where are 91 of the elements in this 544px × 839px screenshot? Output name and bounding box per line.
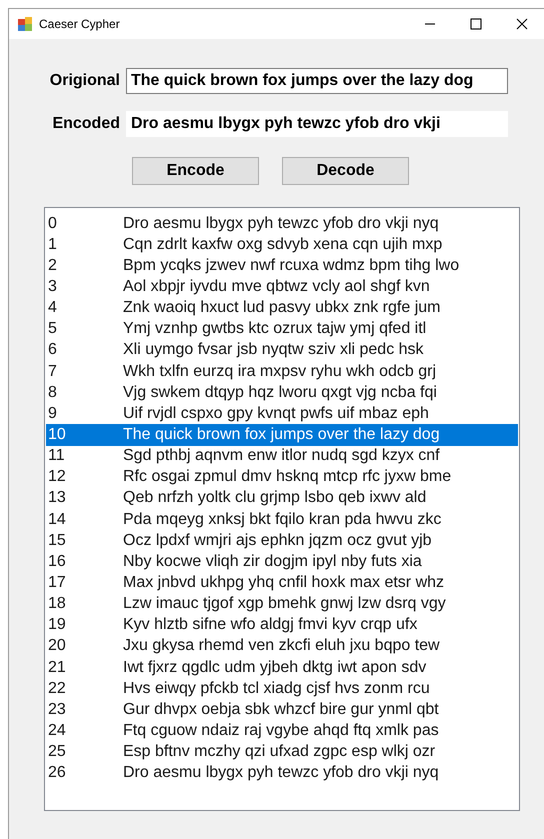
- row-text: Vjg swkem dtqyp hqz lworu qxgt vjg ncba fqi: [123, 382, 437, 403]
- row-text: Bpm ycqks jzwev nwf rcuxa wdmz bpm tihg lwo: [123, 256, 460, 276]
- row-number: 19: [47, 615, 67, 636]
- list-row[interactable]: 4 Znk waoiq hxuct lud pasvy ubkx znk rgfe jum: [46, 298, 518, 319]
- row-text: The quick brown fox jumps over the lazy dog: [123, 424, 440, 445]
- row-number: 16: [47, 552, 67, 572]
- list-row[interactable]: 5 Ymj vznhp gwtbs ktc ozrux tajw ymj qfed itl: [46, 318, 518, 340]
- list-row[interactable]: 10 The quick brown fox jumps over the lazy dog: [46, 424, 518, 446]
- row-text: Max jnbvd ukhpg yhq cnfil hoxk max etsr whz: [123, 572, 444, 593]
- action-button[interactable]: Encode: [132, 157, 259, 185]
- window-title: Caeser Cypher: [39, 16, 120, 33]
- list-row[interactable]: 0 Dro aesmu lbygx pyh tewzc yfob dro vkji nyq: [46, 213, 518, 234]
- list-row[interactable]: 9 Uif rvjdl cspxo gpy kvnqt pwfs uif mbaz eph: [46, 403, 518, 424]
- list-row[interactable]: 11 Sgd pthbj aqnvm enw itlor nudq sgd kzyx cnf: [46, 446, 518, 467]
- row-text: Ymj vznhp gwtbs ktc ozrux tajw ymj qfed itl: [123, 319, 426, 340]
- row-text: Nby kocwe vliqh zir dogjm ipyl nby futs xia: [123, 552, 422, 572]
- row-number: 2: [47, 256, 58, 276]
- list-row[interactable]: 15 Ocz lpdxf wmjri ajs ephkn jqzm ocz gvut yjb: [46, 530, 518, 552]
- row-text: Sgd pthbj aqnvm enw itlor nudq sgd kzyx cnf: [123, 446, 440, 466]
- row-number: 24: [47, 720, 67, 741]
- list-row[interactable]: 14 Pda mqeyg xnksj bkt fqilo kran pda hwvu zkc: [46, 508, 518, 530]
- row-number: 11: [47, 446, 66, 466]
- row-number: 5: [47, 319, 58, 340]
- row-number: 17: [47, 572, 67, 593]
- row-text: Iwt fjxrz qgdlc udm yjbeh dktg iwt apon sdv: [123, 658, 426, 678]
- row-number: 0: [47, 214, 58, 234]
- list-row[interactable]: 18 Lzw imauc tjgof xgp bmehk gnwj lzw dsrq vgy: [46, 594, 518, 615]
- row-number: 22: [47, 678, 67, 699]
- row-text: Esp bftnv mczhy qzi ufxad zgpc esp wlkj ozr: [123, 742, 436, 762]
- field-label: Encoded: [51, 114, 121, 134]
- row-number: 4: [47, 298, 58, 318]
- row-number: 10: [47, 424, 67, 445]
- list-row[interactable]: 2 Bpm ycqks jzwev nwf rcuxa wdmz bpm tihg lwo: [46, 255, 518, 276]
- text-field[interactable]: Dro aesmu lbygx pyh tewzc yfob dro vkji: [126, 111, 508, 137]
- list-row[interactable]: 24 Ftq cguow ndaiz raj vgybe ahqd ftq xmlk pas: [46, 720, 518, 742]
- list-row[interactable]: 21 Iwt fjxrz qgdlc udm yjbeh dktg iwt apon sdv: [46, 656, 518, 678]
- row-text: Xli uymgo fvsar jsb nyqtw sziv xli pedc hsk: [123, 340, 424, 360]
- row-number: 21: [47, 658, 67, 678]
- row-number: 25: [47, 742, 67, 762]
- row-number: 8: [47, 382, 58, 403]
- list-row[interactable]: 19 Kyv hlztb sifne wfo aldgj fmvi kyv crqp ufx: [46, 614, 518, 636]
- row-number: 18: [47, 594, 67, 614]
- row-text: Cqn zdrlt kaxfw oxg sdvyb xena cqn ujih mxp: [123, 234, 442, 255]
- row-text: Pda mqeyg xnksj bkt fqilo kran pda hwvu zkc: [123, 510, 442, 530]
- row-number: 7: [47, 362, 58, 382]
- row-number: 13: [47, 488, 67, 508]
- action-button[interactable]: Decode: [282, 157, 409, 185]
- list-row[interactable]: 22 Hvs eiwqy pfckb tcl xiadg cjsf hvs zonm rcu: [46, 678, 518, 700]
- list-row[interactable]: 3 Aol xbpjr iyvdu mve qbtwz vcly aol shgf kvn: [46, 276, 518, 298]
- field-label: Origional: [48, 71, 121, 91]
- row-number: 26: [47, 763, 67, 784]
- row-number: 14: [47, 510, 67, 530]
- list-row[interactable]: 7 Wkh txlfn eurzq ira mxpsv ryhu wkh odcb grj: [46, 360, 518, 382]
- row-text: Wkh txlfn eurzq ira mxpsv ryhu wkh odcb grj: [123, 362, 436, 382]
- row-number: 20: [47, 636, 67, 656]
- list-row[interactable]: 23 Gur dhvpx oebja sbk whzcf bire gur ynml qbt: [46, 699, 518, 720]
- row-text: Gur dhvpx oebja sbk whzcf bire gur ynml qbt: [123, 700, 439, 720]
- close-icon[interactable]: [516, 18, 528, 30]
- row-number: 23: [47, 700, 67, 720]
- row-number: 9: [47, 404, 58, 424]
- row-number: 6: [47, 340, 58, 360]
- row-text: Lzw imauc tjgof xgp bmehk gnwj lzw dsrq vgy: [123, 594, 446, 614]
- maximize-icon[interactable]: [470, 18, 482, 30]
- app-icon: [17, 16, 33, 32]
- row-number: 3: [47, 277, 58, 297]
- row-text: Uif rvjdl cspxo gpy kvnqt pwfs uif mbaz eph: [123, 404, 429, 424]
- row-text: Ocz lpdxf wmjri ajs ephkn jqzm ocz gvut yjb: [123, 530, 432, 551]
- list-row[interactable]: 26 Dro aesmu lbygx pyh tewzc yfob dro vkji nyq: [46, 762, 518, 784]
- text-field[interactable]: The quick brown fox jumps over the lazy dog: [126, 68, 508, 94]
- list-row[interactable]: 1 Cqn zdrlt kaxfw oxg sdvyb xena cqn ujih mxp: [46, 234, 518, 256]
- row-number: 15: [47, 530, 67, 551]
- list-row[interactable]: 17 Max jnbvd ukhpg yhq cnfil hoxk max etsr whz: [46, 572, 518, 594]
- row-text: Jxu gkysa rhemd ven zkcfi eluh jxu bqpo tew: [123, 636, 440, 656]
- row-number: 1: [47, 234, 58, 255]
- list-row[interactable]: 20 Jxu gkysa rhemd ven zkcfi eluh jxu bqpo tew: [46, 636, 518, 657]
- row-text: Znk waoiq hxuct lud pasvy ubkx znk rgfe jum: [123, 298, 440, 318]
- row-text: Hvs eiwqy pfckb tcl xiadg cjsf hvs zonm rcu: [123, 678, 430, 699]
- list-row[interactable]: 12 Rfc osgai zpmul dmv hsknq mtcp rfc jyxw bme: [46, 466, 518, 488]
- row-text: Rfc osgai zpmul dmv hsknq mtcp rfc jyxw bme: [123, 467, 452, 488]
- row-text: Qeb nrfzh yoltk clu grjmp lsbo qeb ixwv ald: [123, 488, 426, 508]
- row-text: Dro aesmu lbygx pyh tewzc yfob dro vkji nyq: [123, 214, 439, 234]
- list-row[interactable]: 25 Esp bftnv mczhy qzi ufxad zgpc esp wlkj ozr: [46, 742, 518, 763]
- list-row[interactable]: 8 Vjg swkem dtqyp hqz lworu qxgt vjg ncba fqi: [46, 382, 518, 404]
- row-text: Aol xbpjr iyvdu mve qbtwz vcly aol shgf kvn: [123, 277, 430, 297]
- list-row[interactable]: 16 Nby kocwe vliqh zir dogjm ipyl nby futs xia: [46, 551, 518, 572]
- row-text: Ftq cguow ndaiz raj vgybe ahqd ftq xmlk pas: [123, 720, 439, 741]
- list-row[interactable]: 13 Qeb nrfzh yoltk clu grjmp lsbo qeb ixwv ald: [46, 488, 518, 509]
- row-text: Dro aesmu lbygx pyh tewzc yfob dro vkji nyq: [123, 763, 439, 784]
- row-text: Kyv hlztb sifne wfo aldgj fmvi kyv crqp ufx: [123, 615, 418, 636]
- list-row[interactable]: 6 Xli uymgo fvsar jsb nyqtw sziv xli pedc hsk: [46, 340, 518, 361]
- row-number: 12: [47, 467, 67, 488]
